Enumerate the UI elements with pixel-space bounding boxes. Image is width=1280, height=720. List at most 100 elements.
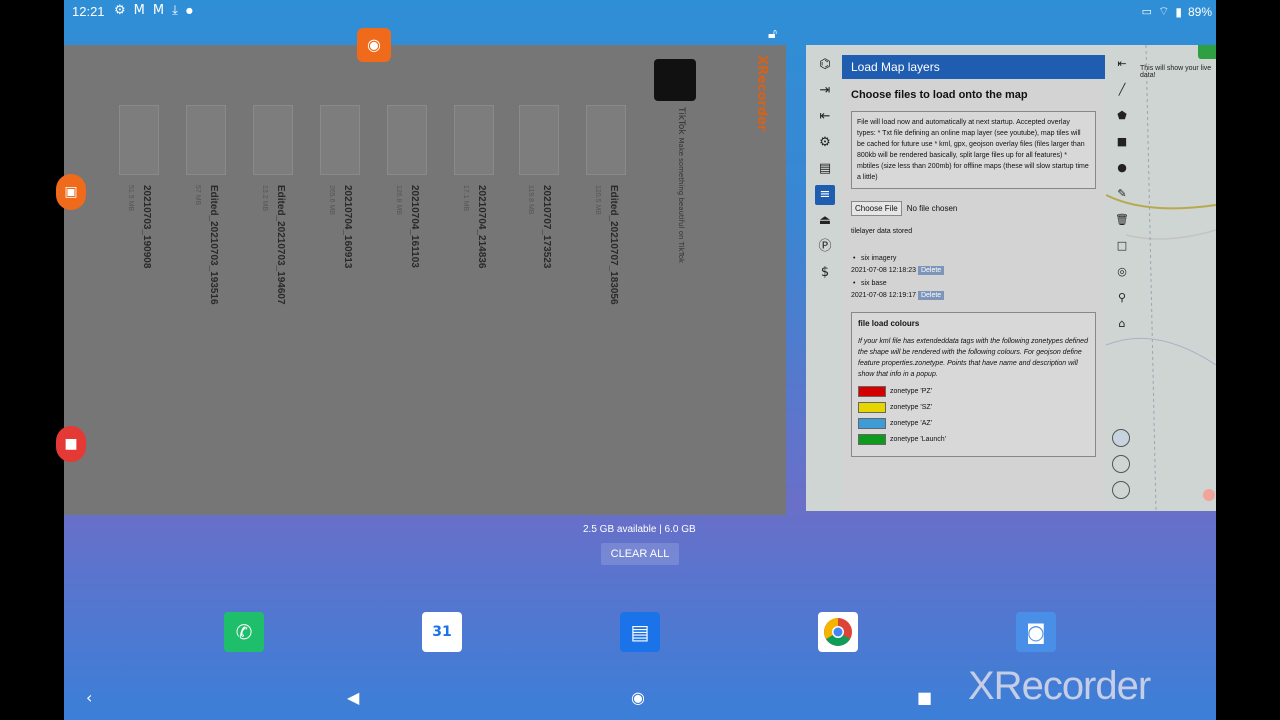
xrecorder-app-icon[interactable]: ◉	[357, 28, 391, 62]
list-item: Edited_20210703_194607 13.2 MB	[253, 105, 313, 365]
polygon-draw-icon[interactable]: ⬟	[1113, 107, 1131, 125]
document-icon[interactable]: ▤	[815, 159, 835, 179]
home-icon[interactable]: ⌂	[1113, 315, 1131, 333]
tile-list: six imagery 2021-07-08 12:18:23 Delete s…	[851, 255, 1096, 300]
calendar-icon[interactable]: 31	[422, 612, 462, 652]
load-map-layers-dialog: Load Map layers Choose files to load ont…	[842, 55, 1105, 511]
circle-draw-icon[interactable]: ●	[1113, 159, 1131, 177]
recording-meta: 51.5 MB	[127, 185, 134, 212]
xrecorder-title: XRecorder	[754, 55, 769, 132]
list-item: six base 2021-07-08 12:19:17 Delete	[851, 280, 1096, 300]
compass-icon[interactable]	[1112, 481, 1130, 499]
list-item: 20210704_160913 265.6 MB	[320, 105, 380, 365]
list-item: Edited_20210707_183056 120.5 MB	[586, 105, 646, 365]
recording-name: Edited_20210703_194607	[275, 185, 286, 305]
weight-icon[interactable]: ⏏	[815, 211, 835, 231]
zone-row: zonetype 'AZ'	[858, 418, 1089, 429]
recording-meta: 126.8 MB	[395, 185, 402, 215]
recording-name: 20210703_190908	[141, 185, 152, 269]
recording-meta: 13.2 MB	[261, 185, 268, 212]
xrecorder-float-bubble[interactable]: ▣	[56, 174, 86, 210]
video-thumbnail	[586, 105, 626, 175]
compass-icon[interactable]	[1112, 429, 1130, 447]
wifi-icon: ⌔	[1158, 4, 1170, 18]
gear-icon: ⚙	[114, 3, 126, 18]
video-thumbnail	[320, 105, 360, 175]
location-pin-icon[interactable]: ⚲	[1113, 289, 1131, 307]
rectangle-draw-icon[interactable]: ■	[1113, 133, 1131, 151]
list-item: 20210704_161103 126.8 MB	[387, 105, 447, 365]
cast-icon: ▭	[1141, 6, 1153, 18]
recent-app-card-map[interactable]: ⌬ ⇥ ⇤ ⚙ ▤ ≡ ⏏ Ⓟ $ ⇤ ╱ ⬟ ■ ● ✎ 🗑︎ □ ◎ ⚲ ⌂…	[806, 45, 1216, 511]
video-thumbnail	[454, 105, 494, 175]
edit-icon[interactable]: ✎	[1113, 185, 1131, 203]
layers-icon[interactable]: ≡	[815, 185, 835, 205]
list-item: Edited_20210703_193516 57 MB	[186, 105, 246, 365]
parking-icon[interactable]: Ⓟ	[815, 237, 835, 257]
right-toolbar: ⇤ ╱ ⬟ ■ ● ✎ 🗑︎ □ ◎ ⚲ ⌂	[1111, 55, 1133, 333]
clear-all-button[interactable]: CLEAR ALL	[601, 543, 679, 565]
file-load-colours-box: file load colours If your kml file has e…	[851, 312, 1096, 457]
xrecorder-watermark: XRecorder	[968, 664, 1151, 708]
color-swatch	[858, 418, 886, 429]
recording-meta: 120.5 MB	[594, 185, 601, 215]
dollar-icon[interactable]: $	[815, 263, 835, 283]
recent-app-card-xrecorder[interactable]: 20210703_190908 51.5 MB Edited_20210703_…	[64, 45, 786, 515]
colours-title: file load colours	[858, 319, 920, 328]
export-icon[interactable]: ⇥	[815, 81, 835, 101]
trash-icon[interactable]: 🗑︎	[1113, 211, 1131, 229]
tiktok-logo	[654, 59, 696, 101]
phone-icon[interactable]: ✆	[224, 612, 264, 652]
video-thumbnail	[519, 105, 559, 175]
tiktok-subtitle: Make something beautiful on TikTok	[677, 137, 685, 264]
collapse-icon[interactable]: ⇤	[1113, 55, 1131, 73]
import-icon[interactable]: ⇤	[815, 107, 835, 127]
collapse-nav-icon[interactable]: ‹	[86, 688, 92, 707]
dialog-title: Load Map layers	[842, 55, 1105, 79]
chrome-icon[interactable]	[818, 612, 858, 652]
zone-row: zonetype 'Launch'	[858, 434, 1089, 445]
battery-level: 89%	[1187, 4, 1212, 19]
video-thumbnail	[387, 105, 427, 175]
settings-icon[interactable]: ⚙	[815, 133, 835, 153]
zone-label: zonetype 'SZ'	[890, 404, 932, 411]
status-bar: 12:21 ⚙ M M ⤓ ● ▭ ⌔ ▮ 89%	[0, 0, 1280, 24]
dialog-heading: Choose files to load onto the map	[851, 89, 1028, 101]
lock-icon[interactable]: 🔓︎	[768, 26, 777, 42]
list-item: 20210707_173523 119.8 MB	[519, 105, 579, 365]
zone-label: zonetype 'PZ'	[890, 388, 932, 395]
info-box: File will load now and automatically at …	[851, 111, 1096, 189]
recording-name: Edited_20210707_183056	[608, 185, 619, 305]
left-toolbar: ⌬ ⇥ ⇤ ⚙ ▤ ≡ ⏏ Ⓟ $	[812, 55, 838, 283]
status-time: 12:21	[72, 4, 105, 19]
video-thumbnail	[253, 105, 293, 175]
zone-label: zonetype 'Launch'	[890, 436, 946, 443]
square-icon[interactable]: □	[1113, 237, 1131, 255]
antenna-icon[interactable]: ⌬	[815, 55, 835, 75]
zone-label: zonetype 'AZ'	[890, 420, 932, 427]
back-icon[interactable]: ◀	[347, 688, 359, 707]
delete-button[interactable]: Delete	[917, 291, 945, 300]
colours-description: If your kml file has extendeddata tags w…	[858, 338, 1088, 378]
color-swatch	[858, 402, 886, 413]
compass-icon[interactable]	[1112, 455, 1130, 473]
recording-name: 20210704_214836	[476, 185, 487, 269]
messages-icon[interactable]: ▤	[620, 612, 660, 652]
camera-icon[interactable]: ◙	[1016, 612, 1056, 652]
tip-text: This will show your live data!	[1140, 65, 1212, 79]
home-nav-icon[interactable]: ◉	[631, 688, 645, 707]
record-float-bubble[interactable]: ■	[56, 426, 86, 462]
compass-controls	[1112, 429, 1130, 499]
letterbox-right	[1216, 0, 1280, 720]
zone-row: zonetype 'SZ'	[858, 402, 1089, 413]
tile-name: six base	[851, 280, 1096, 287]
delete-button[interactable]: Delete	[917, 266, 945, 275]
target-icon[interactable]: ◎	[1113, 263, 1131, 281]
recents-nav-icon[interactable]: ■	[917, 688, 932, 707]
choose-file-button[interactable]: Choose File	[851, 201, 902, 216]
recording-name: Edited_20210703_193516	[208, 185, 219, 305]
line-draw-icon[interactable]: ╱	[1113, 81, 1131, 99]
gmail-icon: M	[152, 3, 165, 18]
recording-meta: 57 MB	[194, 185, 201, 206]
list-item: six imagery 2021-07-08 12:18:23 Delete	[851, 255, 1096, 275]
